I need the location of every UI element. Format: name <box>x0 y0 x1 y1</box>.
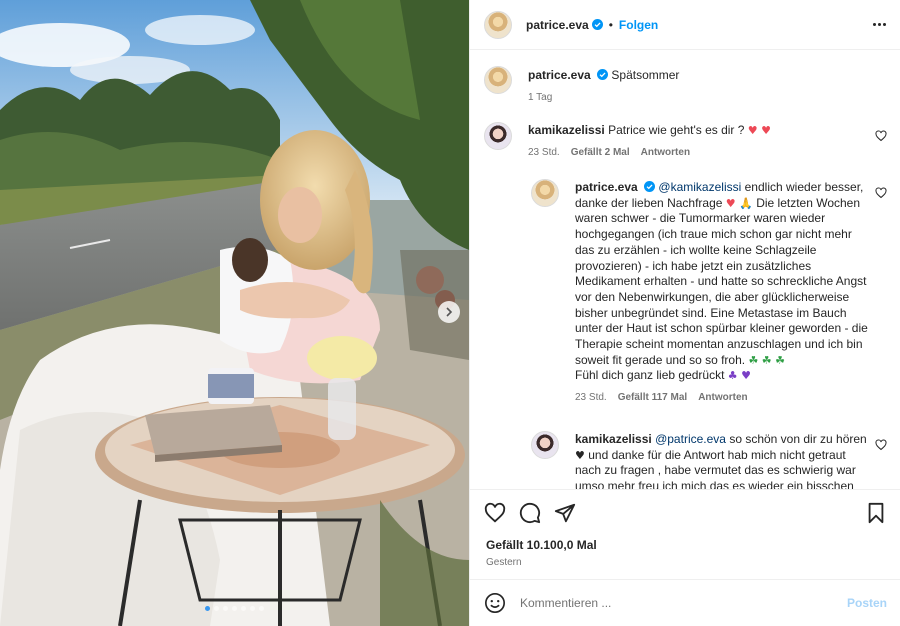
black-heart-emoji: ♥ <box>575 448 585 462</box>
carousel-dot <box>259 606 264 611</box>
share-icon[interactable] <box>554 502 576 524</box>
comment-time: 23 Std. <box>528 146 560 158</box>
hug-emoji: ♣ ♥ <box>727 369 751 383</box>
post-comment-button[interactable]: Posten <box>847 596 887 610</box>
caption-text: Spätsommer <box>611 68 680 82</box>
comment-input[interactable] <box>520 596 847 610</box>
chevron-right-icon <box>446 307 453 317</box>
comment-username[interactable]: kamikazelissi <box>575 432 652 446</box>
carousel-next-button[interactable] <box>438 301 460 323</box>
avatar[interactable] <box>531 431 559 459</box>
post-actions: Gefällt 10.100,0 Mal Gestern <box>470 489 900 579</box>
heart-emoji: ♥ ♥ <box>747 124 772 137</box>
comments-list: patrice.eva Spätsommer 1 Tag kamikazelis… <box>470 51 900 489</box>
clover-emoji: ☘ ☘ ☘ <box>748 353 786 367</box>
reply-button[interactable]: Antworten <box>641 145 690 161</box>
comment-composer: Posten <box>470 579 900 626</box>
photo-scene <box>0 0 469 626</box>
comment-reply: kamikazelissi @patrice.eva so schön von … <box>531 431 887 489</box>
like-comment-icon[interactable] <box>875 439 887 451</box>
follow-button[interactable]: Folgen <box>619 18 658 32</box>
carousel-dot <box>241 606 246 611</box>
caption-time: 1 Tag <box>528 91 553 103</box>
carousel-dot <box>214 606 219 611</box>
carousel-indicator <box>0 606 469 611</box>
heart-emoji: ♥ 🙏 <box>725 196 753 210</box>
emoji-icon[interactable] <box>484 592 506 614</box>
verified-badge-icon <box>644 181 656 192</box>
comment: kamikazelissi Patrice wie geht's es dir … <box>484 122 887 160</box>
comment-text: so schön von dir zu hören <box>729 432 867 446</box>
comment-time: 23 Std. <box>575 392 607 404</box>
carousel-dot <box>223 606 228 611</box>
caption-username[interactable]: patrice.eva <box>528 68 591 82</box>
comment-text: Die letzten Wochen waren schwer - die Tu… <box>575 195 868 367</box>
header-username[interactable]: patrice.eva <box>526 18 589 32</box>
reply-button[interactable]: Antworten <box>698 390 747 406</box>
avatar[interactable] <box>484 122 512 150</box>
mention-link[interactable]: @kamikazelissi <box>658 180 741 194</box>
likes-count[interactable]: Gefällt 10.100,0 Mal <box>486 538 597 552</box>
comment-likes[interactable]: Gefällt 2 Mal <box>571 145 630 161</box>
comment-username[interactable]: patrice.eva <box>575 180 638 194</box>
like-comment-icon[interactable] <box>875 187 887 199</box>
carousel-dot <box>205 606 210 611</box>
heart-icon[interactable] <box>484 502 506 524</box>
caption: patrice.eva Spätsommer 1 Tag <box>484 66 887 105</box>
avatar[interactable] <box>531 179 559 207</box>
carousel-dot <box>232 606 237 611</box>
comment-text: Fühl dich ganz lieb gedrückt <box>575 368 725 383</box>
like-comment-icon[interactable] <box>875 130 887 142</box>
comment-likes[interactable]: Gefällt 117 Mal <box>618 390 687 406</box>
verified-badge-icon <box>591 19 603 30</box>
comment-icon[interactable] <box>519 502 541 524</box>
comment-text: und danke für die Antwort hab mich nicht… <box>575 447 856 489</box>
avatar[interactable] <box>484 10 512 39</box>
comment-reply: patrice.eva @kamikazelissi endlich wiede… <box>531 179 887 406</box>
post-detail-panel: patrice.eva • Folgen patrice.eva Spätsom… <box>469 0 900 626</box>
post-date: Gestern <box>486 557 522 568</box>
mention-link[interactable]: @patrice.eva <box>655 432 726 446</box>
avatar[interactable] <box>484 66 512 94</box>
verified-badge-icon <box>597 69 609 80</box>
post-header: patrice.eva • Folgen <box>470 0 900 50</box>
header-separator: • <box>608 17 613 32</box>
bookmark-icon[interactable] <box>865 502 887 524</box>
carousel-dot <box>250 606 255 611</box>
comment-text: Patrice wie geht's es dir ? <box>608 123 745 137</box>
comment-username[interactable]: kamikazelissi <box>528 123 605 137</box>
post-photo <box>0 0 469 626</box>
more-options-icon[interactable] <box>873 15 886 35</box>
